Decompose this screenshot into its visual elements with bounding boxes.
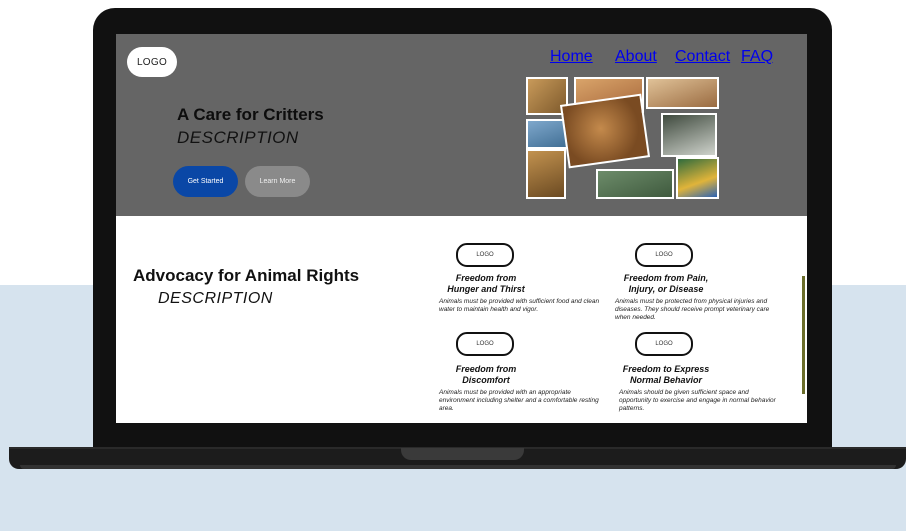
collage-photo-crocodile [596,169,674,199]
collage-photo-bear-small [646,77,719,109]
card-1-logo: LOGO [456,243,514,267]
card-4-title: Freedom to Express Normal Behavior [622,364,710,385]
collage-photo-parrot [676,157,719,199]
collage-photo-giraffe [526,149,566,199]
card-2-logo: LOGO [635,243,693,267]
learn-more-button[interactable]: Learn More [245,166,310,197]
card-3-logo: LOGO [456,332,514,356]
hero-description: DESCRIPTION [177,128,299,147]
laptop-base-shadow [20,465,896,469]
animal-photo-collage-image [526,77,719,199]
hero-title: A Care for Critters [177,105,324,124]
card-1-title: Freedom from Hunger and Thirst [447,273,525,294]
edge-accent-strip [802,276,805,394]
hero-section: LOGO Home About Contact FAQ A Care for C… [116,34,807,216]
nav-faq-link[interactable]: FAQ [741,48,773,66]
card-2-title: Freedom from Pain, Injury, or Disease [623,273,709,294]
nav-home-link[interactable]: Home [550,48,593,66]
card-3-title: Freedom from Discomfort [455,364,517,385]
card-1-body: Animals must be provided with sufficient… [439,298,600,313]
website-screen: LOGO Home About Contact FAQ A Care for C… [116,34,807,423]
card-2-body: Animals must be protected from physical … [615,298,770,321]
nav-about-link[interactable]: About [615,48,657,66]
card-4-logo: LOGO [635,332,693,356]
collage-photo-bear [559,93,651,169]
section-title: Advocacy for Animal Rights [133,266,360,285]
get-started-button[interactable]: Get Started [173,166,238,197]
section-description: DESCRIPTION [158,290,273,307]
collage-photo-bird [661,113,717,157]
laptop-hinge-notch [401,448,524,460]
card-4-body: Animals should be given sufficient space… [619,389,776,412]
nav-contact-link[interactable]: Contact [675,48,730,66]
site-logo[interactable]: LOGO [127,47,177,77]
card-3-body: Animals must be provided with an appropr… [439,389,599,412]
